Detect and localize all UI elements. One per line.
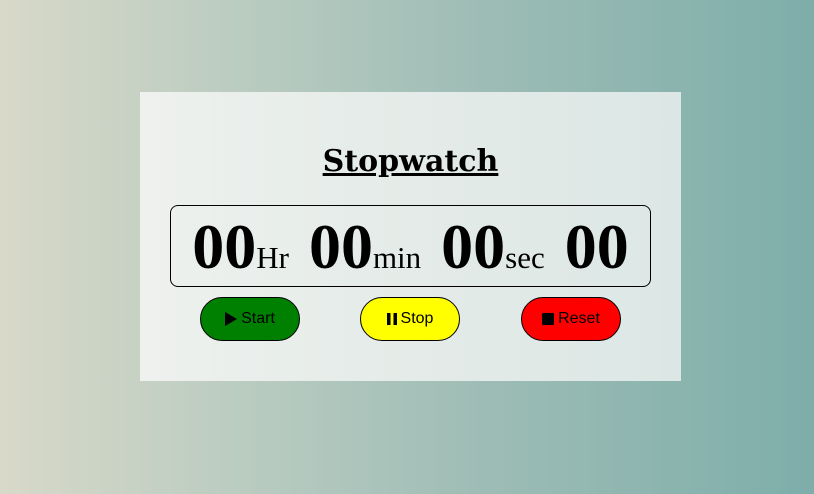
reset-button[interactable]: Reset xyxy=(521,297,621,341)
stop-button[interactable]: Stop xyxy=(360,297,460,341)
seconds-value: 00 xyxy=(441,211,506,282)
start-button[interactable]: Start xyxy=(200,297,300,341)
time-display: 00 Hr 00 min 00 sec 00 xyxy=(170,205,651,287)
milliseconds-value: 00 xyxy=(564,211,629,282)
start-button-label: Start xyxy=(241,310,275,327)
play-icon xyxy=(225,312,238,326)
seconds-unit: sec xyxy=(505,240,545,275)
stop-icon xyxy=(542,313,555,325)
stopwatch-card: Stopwatch 00 Hr 00 min 00 sec 00 Start S… xyxy=(140,92,681,381)
hours-unit: Hr xyxy=(256,240,289,275)
stop-button-label: Stop xyxy=(400,310,434,327)
reset-button-label: Reset xyxy=(558,310,600,327)
minutes-unit: min xyxy=(372,240,422,275)
pause-icon xyxy=(386,313,397,325)
minutes-value: 00 xyxy=(308,211,373,282)
page-title: Stopwatch xyxy=(322,144,499,179)
hours-value: 00 xyxy=(192,211,257,282)
